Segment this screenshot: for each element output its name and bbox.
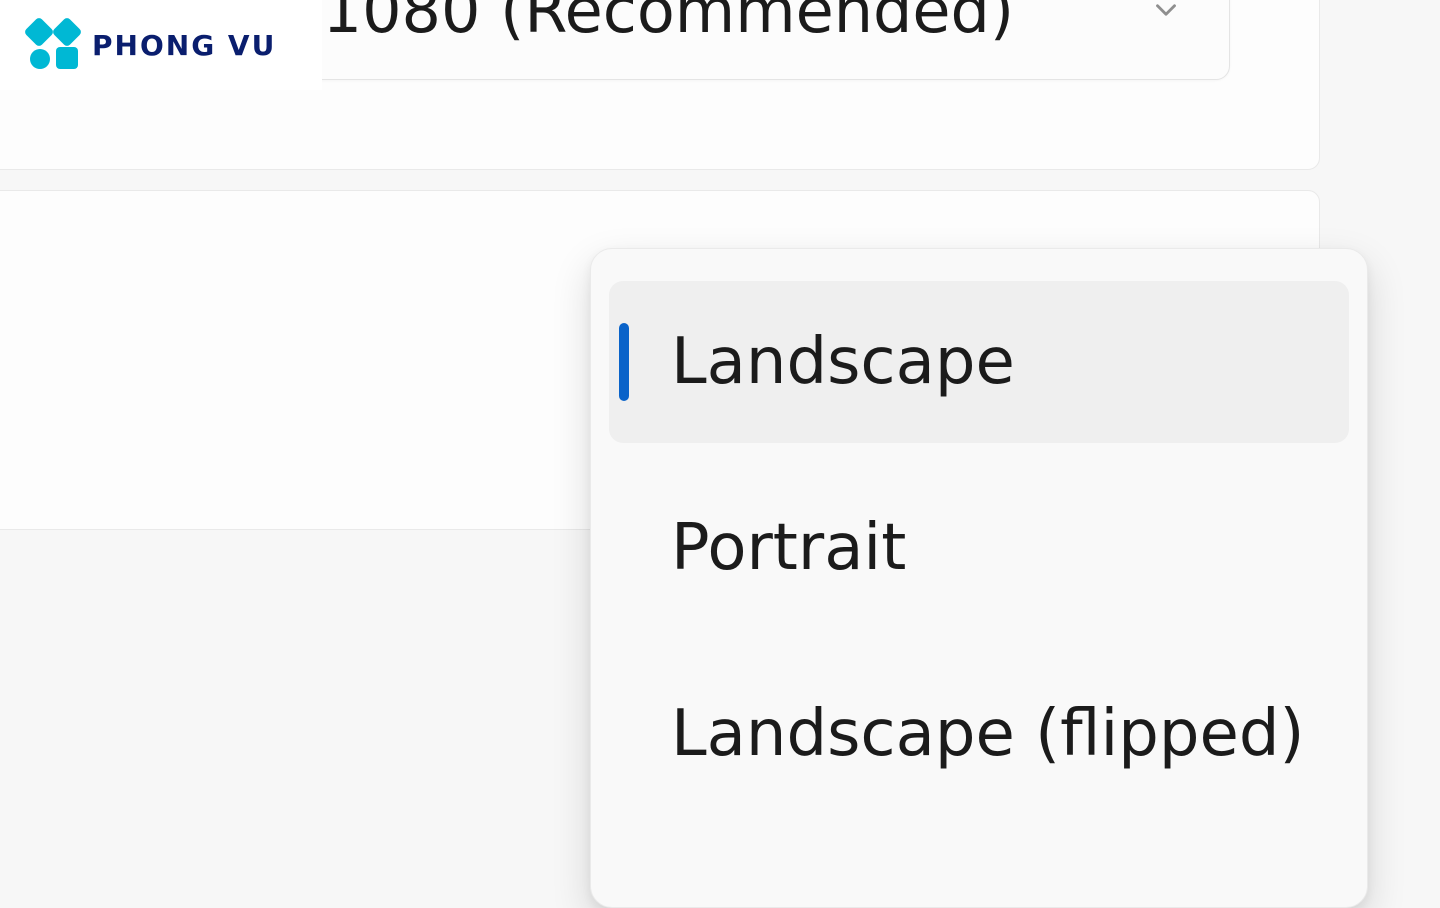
display-resolution-value: × 1080 (Recommended): [251, 0, 1014, 47]
brand-name: PHONG VU: [92, 29, 276, 62]
orientation-option-label: Landscape: [671, 325, 1015, 399]
display-resolution-dropdown[interactable]: × 1080 (Recommended): [210, 0, 1230, 80]
orientation-option-label: Portrait: [671, 511, 906, 585]
display-orientation-menu: Landscape Portrait Landscape (flipped): [590, 248, 1368, 908]
chevron-down-icon: [1147, 0, 1185, 29]
brand-logo-icon: [26, 21, 80, 69]
orientation-option-label: Landscape (flipped): [671, 697, 1304, 771]
orientation-option-landscape[interactable]: Landscape: [609, 281, 1349, 443]
orientation-option-portrait[interactable]: Portrait: [609, 467, 1349, 629]
brand-watermark: PHONG VU: [0, 0, 322, 90]
orientation-option-landscape-flipped[interactable]: Landscape (flipped): [609, 653, 1349, 815]
